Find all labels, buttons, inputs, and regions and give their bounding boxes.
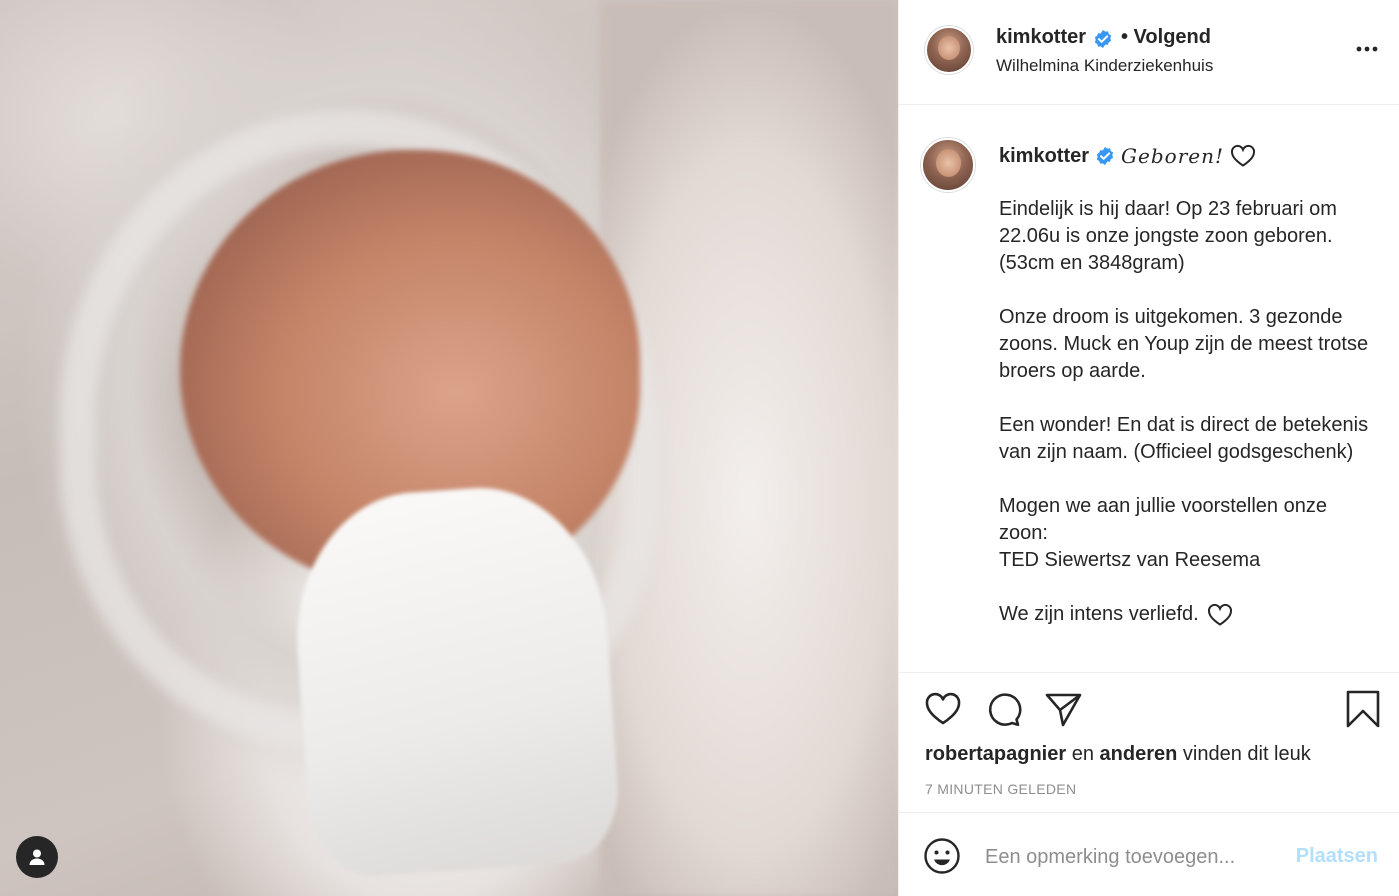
caption-paragraph-last: We zijn intens verliefd. [999, 601, 1379, 628]
likes-summary: robertapagnier en anderen vinden dit leu… [925, 743, 1311, 766]
caption-avatar[interactable] [921, 138, 975, 192]
heart-outline-icon [1207, 603, 1232, 626]
comment-icon[interactable] [983, 689, 1023, 729]
photo-mitten [287, 479, 623, 881]
location-link[interactable]: Wilhelmina Kinderziekenhuis [996, 56, 1213, 76]
caption-paragraph: Een wonder! En dat is direct de betekeni… [999, 414, 1369, 463]
like-heart-icon[interactable] [923, 689, 963, 729]
caption-paragraph: We zijn intens verliefd. [999, 603, 1199, 625]
caption-paragraph: Eindelijk is hij daar! Op 23 februari om… [999, 198, 1337, 274]
caption-text: Eindelijk is hij daar! Op 23 februari om… [999, 196, 1379, 628]
caption-paragraph: Mogen we aan jullie voorstellen onze zoo… [999, 495, 1327, 571]
more-horizontal-icon[interactable] [1354, 36, 1380, 62]
heart-outline-icon [1231, 144, 1256, 167]
post-actions: robertapagnier en anderen vinden dit leu… [899, 672, 1399, 812]
likes-conjunction: en [1066, 743, 1100, 765]
comment-bar: Plaatsen [899, 812, 1399, 896]
post-header: kimkotter • Volgend Wilhelmina Kinderzie… [899, 0, 1399, 105]
header-username[interactable]: kimkotter [996, 26, 1086, 49]
caption-username[interactable]: kimkotter [999, 145, 1089, 168]
comment-input[interactable] [985, 841, 1285, 873]
tagged-users-button[interactable] [16, 836, 58, 878]
user-icon [29, 849, 45, 865]
post-timestamp[interactable]: 7 MINUTEN GELEDEN [925, 781, 1076, 797]
verified-badge-icon [1093, 29, 1113, 49]
post-comment-button[interactable]: Plaatsen [1296, 845, 1378, 868]
caption-paragraph: Onze droom is uitgekomen. 3 gezonde zoon… [999, 306, 1369, 382]
bookmark-icon[interactable] [1343, 689, 1383, 729]
likes-suffix: vinden dit leuk [1177, 743, 1311, 765]
caption-header: kimkotter Geboren! [999, 144, 1256, 168]
avatar[interactable] [925, 26, 973, 74]
liker-username[interactable]: robertapagnier [925, 743, 1066, 765]
share-icon[interactable] [1043, 689, 1083, 729]
follow-status-button[interactable]: • Volgend [1121, 26, 1211, 49]
verified-badge-icon [1096, 147, 1114, 165]
post-photo[interactable] [0, 0, 898, 896]
caption-area: kimkotter Geboren! Eindelijk is hij daar… [899, 106, 1399, 672]
post-side-panel: kimkotter • Volgend Wilhelmina Kinderzie… [898, 0, 1399, 896]
caption-title: Geboren! [1121, 144, 1225, 168]
likes-others-link[interactable]: anderen [1100, 743, 1178, 765]
emoji-icon[interactable] [923, 837, 961, 875]
